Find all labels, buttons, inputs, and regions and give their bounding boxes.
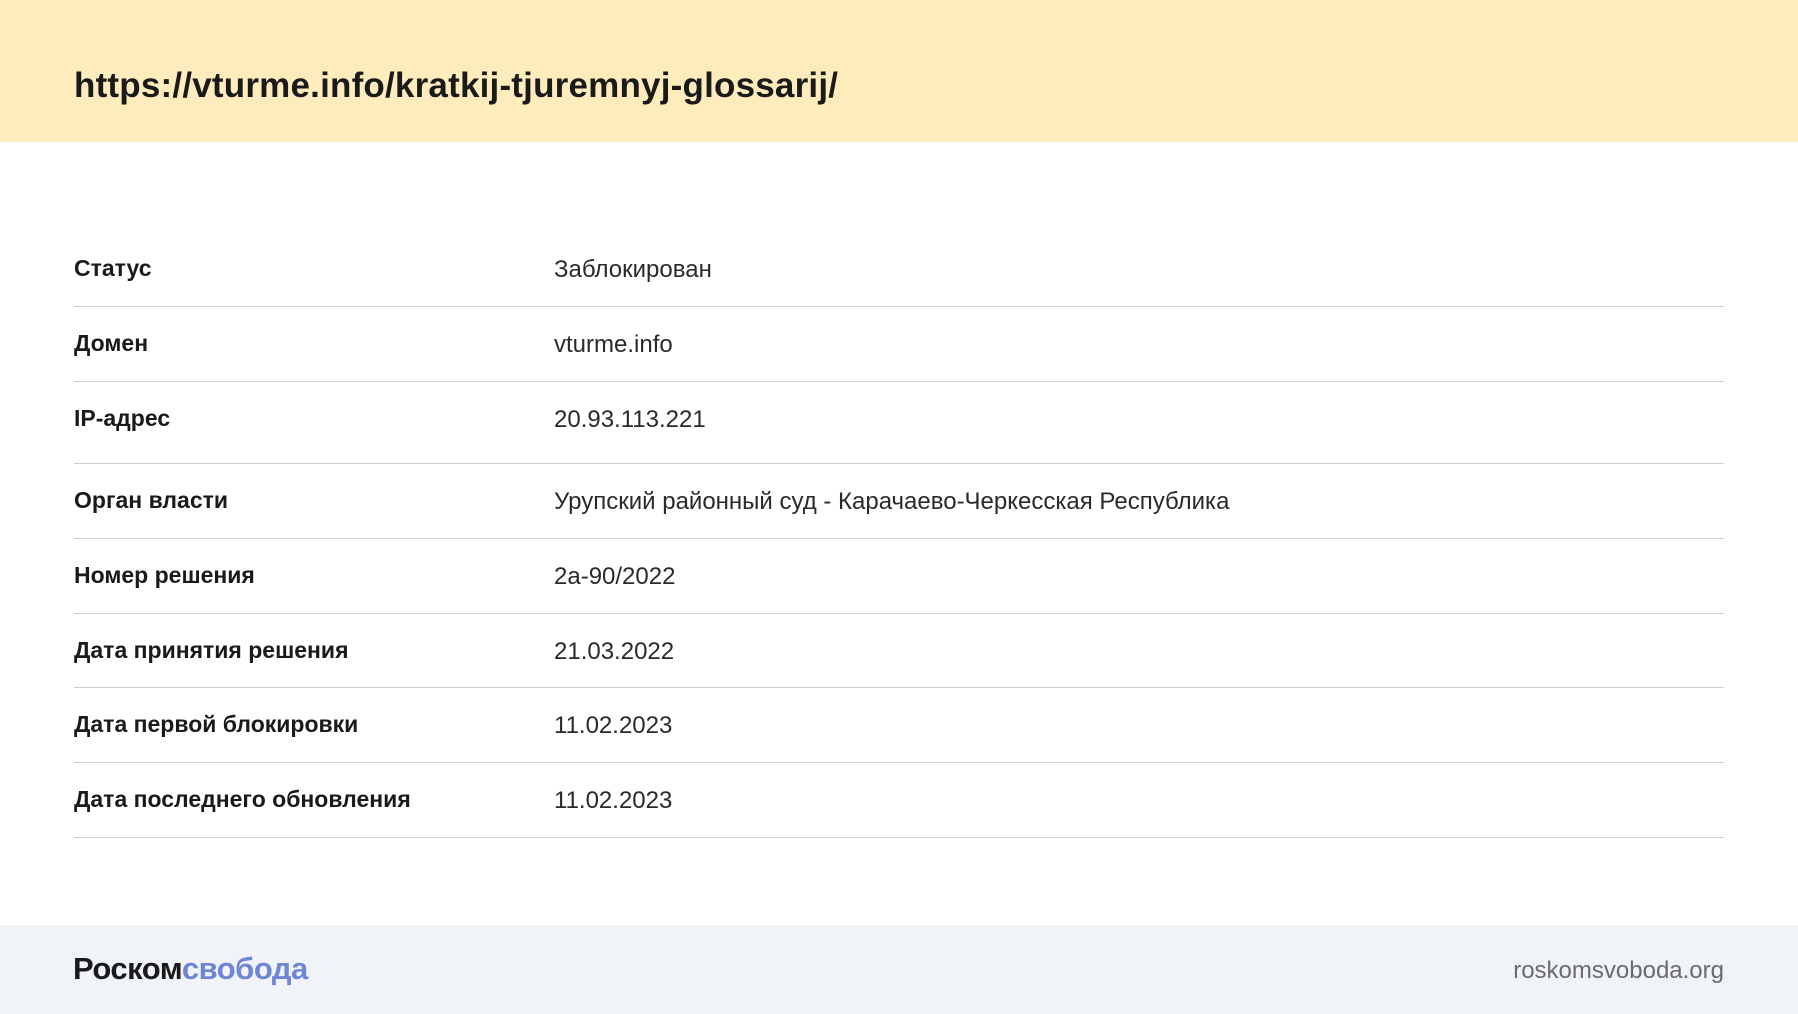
row-value: 21.03.2022	[554, 638, 675, 665]
table-row-last-update-date: Дата последнего обновления 11.02.2023	[74, 763, 1724, 838]
table-row-decision-number: Номер решения 2а-90/2022	[74, 539, 1724, 614]
table-row-authority: Орган власти Урупский районный суд - Кар…	[74, 464, 1724, 539]
row-value: 2а-90/2022	[554, 563, 676, 590]
table-row-ip: IP-адрес 20.93.113.221	[74, 382, 1724, 464]
table-row-decision-date: Дата принятия решения 21.03.2022	[74, 614, 1724, 688]
row-label: Статус	[74, 255, 152, 281]
row-label: Дата принятия решения	[74, 637, 349, 663]
table-row-first-block-date: Дата первой блокировки 11.02.2023	[74, 688, 1724, 763]
footer: Роскомсвобода roskomsvoboda.org	[0, 925, 1798, 1014]
row-value: 20.93.113.221	[554, 406, 706, 433]
row-value: vturme.info	[554, 331, 673, 358]
roskomsvoboda-logo[interactable]: Роскомсвобода	[73, 951, 308, 987]
page-url-title: https://vturme.info/kratkij-tjuremnyj-gl…	[74, 66, 839, 105]
site-link[interactable]: roskomsvoboda.org	[1513, 957, 1724, 985]
row-label: IP-адрес	[74, 405, 171, 431]
row-value: 11.02.2023	[554, 712, 673, 739]
table-row-status: Статус Заблокирован	[74, 232, 1724, 307]
logo-part-accent: свобода	[181, 951, 308, 986]
row-label: Дата последнего обновления	[74, 786, 411, 812]
row-label: Домен	[74, 330, 149, 356]
table-row-domain: Домен vturme.info	[74, 307, 1724, 382]
logo-part-main: Роском	[73, 951, 182, 986]
row-value: Заблокирован	[554, 256, 712, 283]
info-table: Статус Заблокирован Домен vturme.info IP…	[74, 232, 1724, 838]
row-label: Орган власти	[74, 487, 229, 513]
row-value: 11.02.2023	[554, 787, 673, 814]
row-label: Дата первой блокировки	[74, 711, 359, 737]
header-banner: https://vturme.info/kratkij-tjuremnyj-gl…	[0, 0, 1798, 142]
row-value: Урупский районный суд - Карачаево-Черкес…	[554, 488, 1230, 515]
row-label: Номер решения	[74, 562, 255, 588]
